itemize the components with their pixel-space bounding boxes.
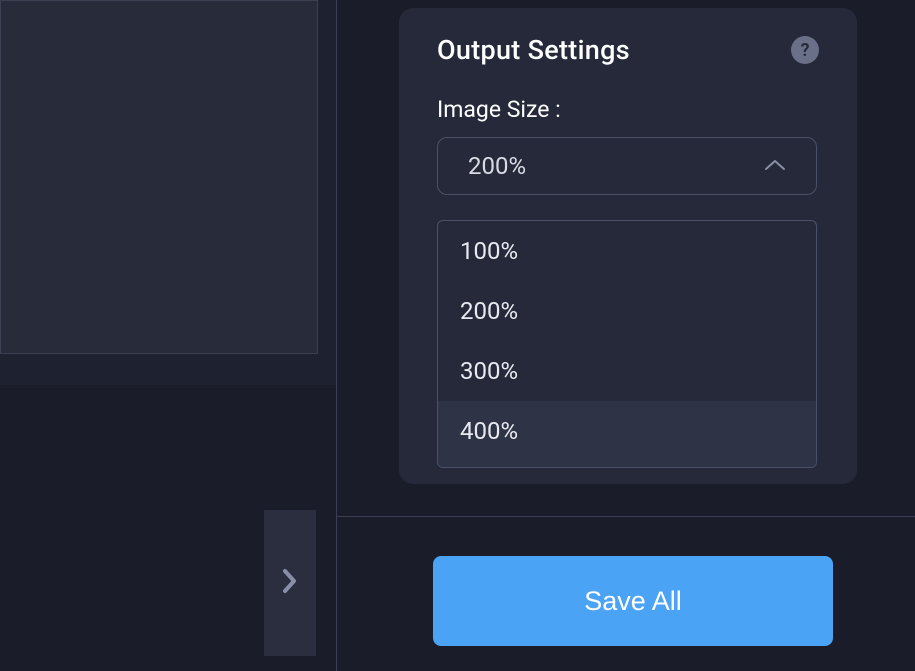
right-panel: Output Settings ? Image Size : 200% 100%… <box>336 0 915 671</box>
dropdown-selected-value: 200% <box>468 152 526 180</box>
dropdown-option-200[interactable]: 200% <box>438 281 816 341</box>
dropdown-option-100[interactable]: 100% <box>438 221 816 281</box>
help-icon[interactable]: ? <box>791 36 819 64</box>
preview-area <box>0 0 318 354</box>
left-preview-region <box>0 0 336 671</box>
chevron-right-icon <box>281 567 299 599</box>
dropdown-peek <box>438 461 816 467</box>
dropdown-option-400[interactable]: 400% <box>438 401 816 461</box>
image-size-dropdown[interactable]: 200% <box>437 137 817 195</box>
image-size-label: Image Size : <box>437 96 819 123</box>
chevron-up-icon <box>764 157 786 176</box>
image-size-dropdown-list: 100% 200% 300% 400% <box>437 220 817 468</box>
horizontal-divider <box>337 516 915 517</box>
preview-container <box>0 0 336 385</box>
dropdown-option-300[interactable]: 300% <box>438 341 816 401</box>
expand-right-button[interactable] <box>264 510 316 656</box>
save-all-button[interactable]: Save All <box>433 556 833 646</box>
settings-title: Output Settings <box>437 34 630 66</box>
output-settings-card: Output Settings ? Image Size : 200% 100%… <box>399 8 857 484</box>
settings-header: Output Settings ? <box>437 34 819 66</box>
